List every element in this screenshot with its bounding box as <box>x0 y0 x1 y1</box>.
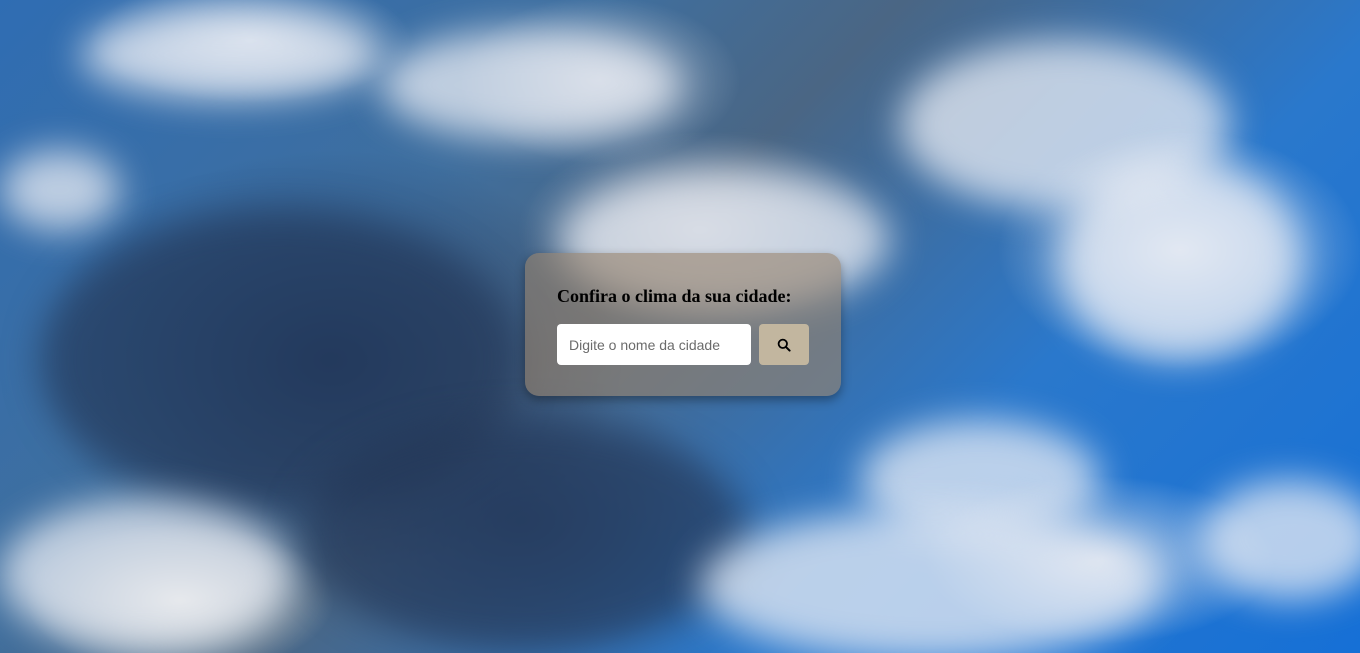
search-icon <box>777 338 791 352</box>
search-form <box>557 324 809 365</box>
card-title: Confira o clima da sua cidade: <box>557 286 792 306</box>
cloud-shape-dark <box>300 420 750 650</box>
cloud-shape <box>0 150 120 230</box>
cloud-shape <box>0 500 290 650</box>
city-search-input[interactable] <box>557 324 751 365</box>
cloud-shape <box>1060 160 1300 360</box>
cloud-shape <box>380 30 680 140</box>
cloud-shape <box>700 510 1160 653</box>
search-button[interactable] <box>759 324 809 365</box>
cloud-shape <box>1200 480 1360 600</box>
cloud-shape <box>80 10 380 100</box>
weather-search-card: Confira o clima da sua cidade: <box>525 253 841 396</box>
